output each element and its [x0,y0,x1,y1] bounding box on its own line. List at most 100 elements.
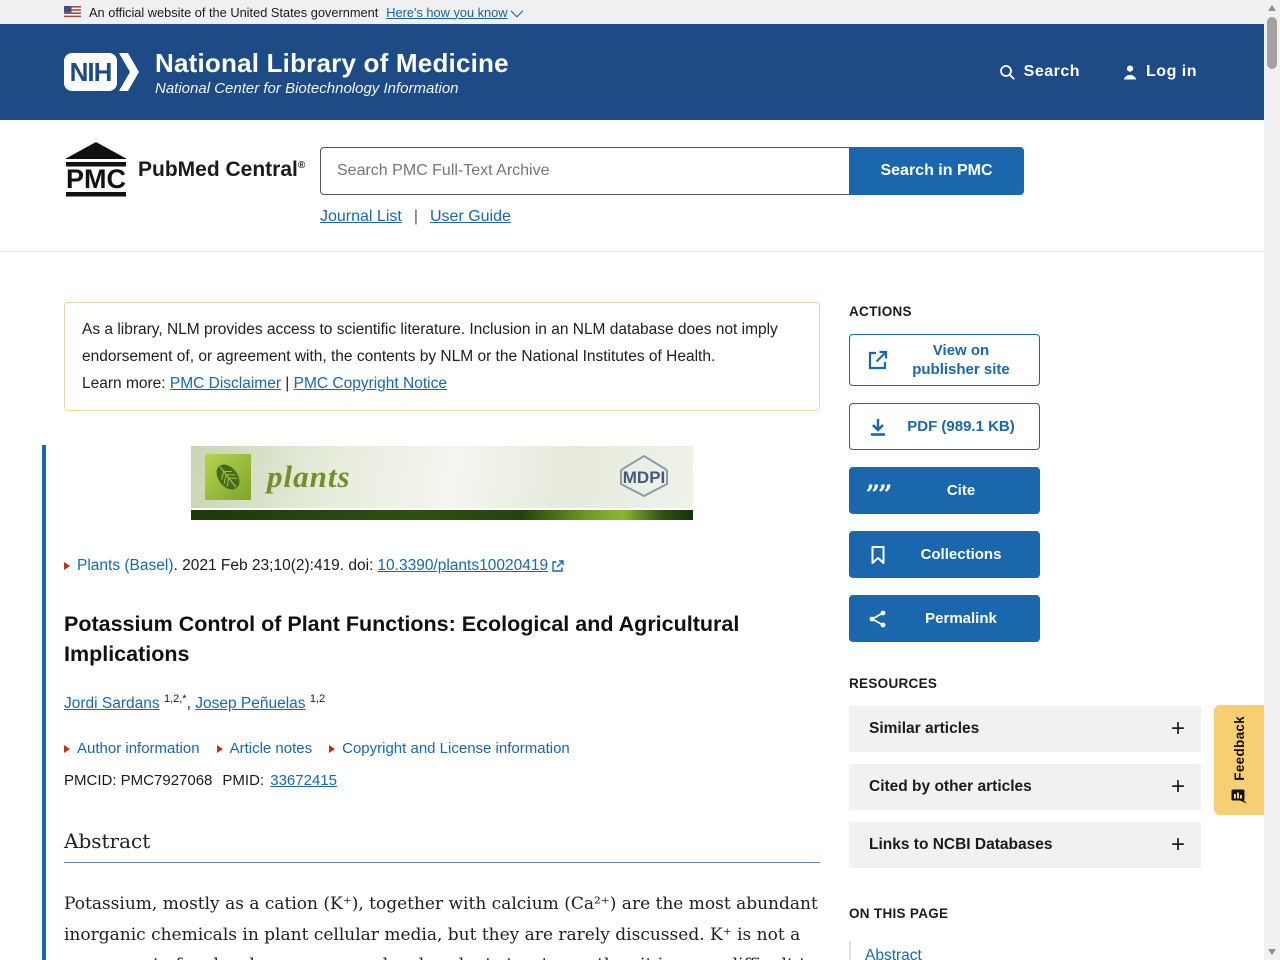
plus-icon: + [1170,831,1185,858]
header-search-button[interactable]: Search [999,63,1080,81]
resources-accordions: Similar articles + Cited by other articl… [849,706,1201,868]
article-meta-links: Author information Article notes Copyrig… [64,740,820,757]
heres-how-link[interactable]: Here's how you know [386,4,523,20]
registered-mark: ® [297,160,306,171]
chevron-down-icon [510,4,523,17]
external-link-icon [863,349,893,371]
scrollbar-up-arrow[interactable] [1268,5,1276,11]
collections-button[interactable]: Collections [849,531,1040,578]
article-notes-link[interactable]: Article notes [216,740,312,757]
feedback-chart-icon [1231,789,1247,804]
triangle-marker-icon [64,744,70,753]
author-separator: , [186,695,196,713]
cited-by-accordion[interactable]: Cited by other articles + [849,764,1201,810]
ncbi-subtitle: National Center for Biotechnology Inform… [155,79,459,97]
user-guide-link[interactable]: User Guide [430,208,511,226]
disclaimer-text: As a library, NLM provides access to sci… [82,321,778,365]
pmc-search-input[interactable] [320,147,849,195]
journal-banner-band: plants MDPI [191,446,693,508]
nih-chevron-icon [119,53,139,91]
pmc-logo[interactable]: PMC PubMed Central® [64,142,305,198]
pmcid-value: PMC7927068 [120,772,213,790]
cite-button[interactable]: ”” Cite [849,467,1040,514]
actions-heading: ACTIONS [849,304,912,319]
article: plants MDPI Plants (Basel) . 2021 Feb 23… [64,446,820,960]
pmid-label: PMID: [222,772,269,790]
nih-logo-acronym: NIH [64,53,117,91]
author-information-link[interactable]: Author information [64,740,200,757]
search-in-pmc-button[interactable]: Search in PMC [849,147,1024,195]
plus-icon: + [1170,773,1185,800]
nih-header: NIH National Library of Medicine Nationa… [0,24,1264,120]
page-scrollbar[interactable] [1264,0,1280,960]
external-link-icon [552,560,564,572]
link-separator: | [413,208,418,225]
pmc-copyright-link[interactable]: PMC Copyright Notice [294,375,447,392]
sidebar: ACTIONS View on publisher site PDF (989.… [849,304,1201,960]
plus-icon: + [1170,715,1185,742]
abstract-paragraph: Potassium, mostly as a cation (K⁺), toge… [64,894,818,960]
plants-leaf-icon [205,454,251,500]
person-icon [1123,65,1137,80]
mdpi-logo: MDPI [609,452,679,503]
share-icon [863,609,893,629]
doi-link[interactable]: 10.3390/plants10020419 [377,557,548,575]
article-left-rail [42,445,46,960]
pmc-article-page: An official website of the United States… [0,0,1280,960]
usa-gov-banner: An official website of the United States… [0,0,1264,24]
nlm-titles: National Library of Medicine National Ce… [155,48,509,97]
pmc-search-form: Search in PMC [320,147,1024,195]
nlm-disclaimer-box: As a library, NLM provides access to sci… [64,302,820,411]
learn-more-label: Learn more: [82,375,170,392]
journal-link[interactable]: Plants (Basel) [77,557,173,575]
citation-text: . 2021 Feb 23;10(2):419. doi: [173,557,374,574]
scrollbar-down-arrow[interactable] [1268,949,1276,955]
triangle-marker-icon [64,562,70,570]
pmc-wordmark: PubMed Central® [138,158,306,181]
journal-list-link[interactable]: Journal List [320,208,402,226]
similar-articles-accordion[interactable]: Similar articles + [849,706,1201,752]
main-content: As a library, NLM provides access to sci… [0,252,1264,960]
pmc-disclaimer-link[interactable]: PMC Disclaimer [170,375,281,392]
article-ids: PMCID: PMC7927068 PMID: 33672415 [64,772,820,789]
login-button[interactable]: Log in [1122,63,1197,81]
svg-text:PMC: PMC [66,164,126,194]
nih-header-nav: Search Log in [999,63,1197,81]
feedback-button[interactable]: Feedback [1214,705,1264,815]
svg-text:MDPI: MDPI [623,468,666,487]
pmid-link[interactable]: 33672415 [270,772,337,789]
author-link[interactable]: Josep Peñuelas [195,695,305,712]
journal-banner-image: plants MDPI [191,446,693,520]
on-this-page-heading: ON THIS PAGE [849,906,949,921]
pdf-download-button[interactable]: PDF (989.1 KB) [849,403,1040,450]
permalink-button[interactable]: Permalink [849,595,1040,642]
abstract-heading: Abstract [64,829,820,864]
article-title: Potassium Control of Plant Functions: Ec… [64,612,740,666]
author-link[interactable]: Jordi Sardans [64,695,160,712]
resources-heading: RESOURCES [849,676,938,691]
scrollbar-thumb[interactable] [1267,17,1277,69]
us-flag-icon [64,6,81,18]
journal-name: plants [267,459,351,494]
pmc-header-links: Journal List | User Guide [320,208,511,226]
bookmark-icon [863,545,893,565]
nlm-title: National Library of Medicine [155,47,509,78]
nih-logo[interactable]: NIH National Library of Medicine Nationa… [64,48,509,97]
disclaimer-separator: | [280,375,294,392]
triangle-marker-icon [216,744,223,753]
ncbi-links-accordion[interactable]: Links to NCBI Databases + [849,822,1201,868]
download-icon [863,417,893,437]
disclaimer-links-line: Learn more: PMC Disclaimer | PMC Copyrig… [82,370,802,397]
on-this-page-abstract-link[interactable]: Abstract [865,947,922,960]
pmc-building-icon: PMC [65,142,127,197]
pmcid-label: PMCID: [64,772,121,790]
view-on-publisher-button[interactable]: View on publisher site [849,334,1040,386]
copyright-license-link[interactable]: Copyright and License information [329,740,570,757]
quote-icon: ”” [865,479,893,509]
action-buttons: View on publisher site PDF (989.1 KB) ”” [849,334,1040,642]
citation-line: Plants (Basel) . 2021 Feb 23;10(2):419. … [64,557,820,575]
author-list: Jordi Sardans 1,2,*, Josep Peñuelas 1,2 [64,693,820,713]
search-icon [999,64,1015,80]
feedback-label: Feedback [1231,715,1247,781]
usa-banner-text: An official website of the United States… [89,4,379,20]
